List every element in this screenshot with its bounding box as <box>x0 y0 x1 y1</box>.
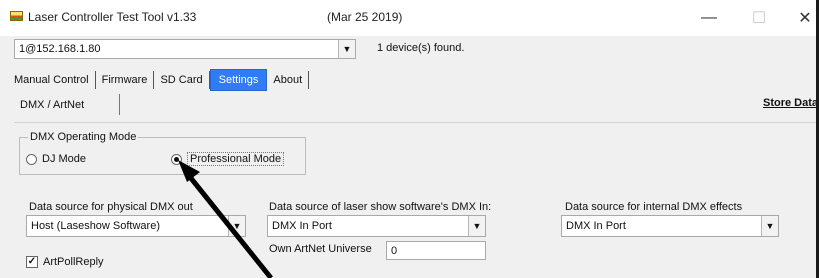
device-select-value: 1@152.168.1.80 <box>19 43 101 55</box>
professional-mode-label: Professional Mode <box>187 152 285 166</box>
tab-manual-control[interactable]: Manual Control <box>14 71 96 89</box>
device-status: 1 device(s) found. <box>377 42 465 54</box>
chevron-down-icon[interactable]: ▼ <box>761 216 778 236</box>
professional-mode-radio[interactable]: Professional Mode <box>171 150 285 168</box>
internal-dmx-source-label: Data source for internal DMX effects <box>565 201 743 213</box>
physical-dmx-source-select[interactable]: Host (Laseshow Software) ▼ <box>26 215 246 237</box>
title-bar: Laser Controller Test Tool v1.33 (Mar 25… <box>0 0 819 36</box>
maximize-button[interactable]: ☐ <box>736 0 782 36</box>
tab-divider <box>14 122 819 123</box>
chevron-down-icon[interactable]: ▼ <box>228 216 245 236</box>
dj-mode-radio[interactable]: DJ Mode <box>26 150 86 168</box>
tab-settings[interactable]: Settings <box>209 69 268 91</box>
minimize-button[interactable]: — <box>686 0 732 36</box>
chevron-down-icon[interactable]: ▼ <box>338 40 355 58</box>
tab-sd-card[interactable]: SD Card <box>154 71 210 89</box>
chevron-down-icon[interactable]: ▼ <box>468 216 485 236</box>
physical-dmx-source-value: Host (Laseshow Software) <box>31 220 160 232</box>
artnet-universe-label: Own ArtNet Universe <box>269 243 372 255</box>
window-title: Laser Controller Test Tool v1.33 <box>28 10 197 24</box>
dmx-operating-mode-legend: DMX Operating Mode <box>28 131 139 143</box>
artpoll-reply-label: ArtPollReply <box>43 256 104 268</box>
tab-dmx-artnet[interactable]: DMX / ArtNet <box>14 94 120 115</box>
close-button[interactable]: ✕ <box>782 0 819 36</box>
artpoll-reply-checkbox[interactable]: ✓ ArtPollReply <box>26 256 104 268</box>
dj-mode-radio-circle[interactable] <box>26 153 37 165</box>
physical-dmx-source-label: Data source for physical DMX out <box>29 201 193 213</box>
artpoll-reply-checkbox-box[interactable]: ✓ <box>26 256 38 268</box>
tab-about[interactable]: About <box>267 71 310 89</box>
laser-app-icon <box>10 11 23 21</box>
software-dmx-source-label: Data source of laser show software's DMX… <box>269 201 492 213</box>
artnet-universe-input[interactable] <box>386 241 486 260</box>
laser-controller-window: Laser Controller Test Tool v1.33 (Mar 25… <box>0 0 819 278</box>
software-dmx-source-select[interactable]: DMX In Port ▼ <box>267 215 486 237</box>
selected-radio-dot <box>174 156 179 162</box>
store-data-button[interactable]: Store Data <box>763 97 818 109</box>
internal-dmx-source-value: DMX In Port <box>566 220 626 232</box>
main-tabbar: Manual Control Firmware SD Card Settings… <box>14 69 310 91</box>
professional-mode-radio-circle[interactable] <box>171 153 182 165</box>
internal-dmx-source-select[interactable]: DMX In Port ▼ <box>561 215 779 237</box>
dj-mode-label: DJ Mode <box>42 153 87 165</box>
window-date: (Mar 25 2019) <box>327 10 403 24</box>
tab-firmware[interactable]: Firmware <box>96 71 155 89</box>
software-dmx-source-value: DMX In Port <box>272 220 332 232</box>
device-select[interactable]: 1@152.168.1.80 ▼ <box>14 39 356 59</box>
